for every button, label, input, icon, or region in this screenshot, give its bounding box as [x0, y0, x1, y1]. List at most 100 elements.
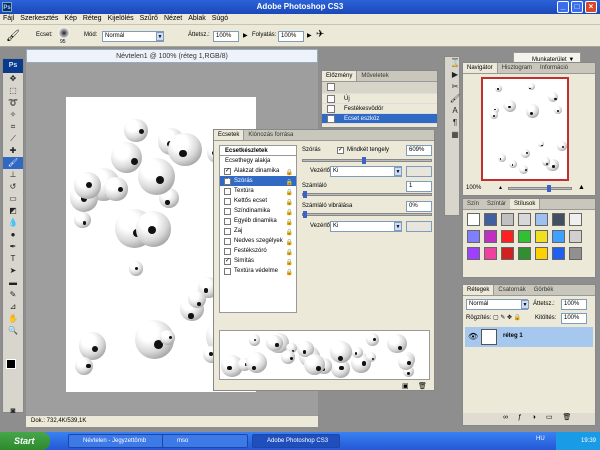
layer-opacity-field[interactable]: 100% [561, 299, 587, 310]
brush-tool-icon[interactable]: 🖌 [3, 157, 23, 169]
shape-tool-icon[interactable]: ▬ [3, 277, 23, 289]
style-swatch[interactable] [552, 230, 565, 243]
navigator-zoom-thumb[interactable] [547, 185, 551, 192]
lock-icons[interactable]: ▢ ✎ ✥ 🔒 [493, 314, 521, 321]
zoom-out-icon[interactable]: ▴ [499, 184, 502, 191]
menu-filter[interactable]: Szűrő [137, 14, 161, 23]
count-jitter-slider[interactable] [302, 211, 432, 218]
blend-mode-select[interactable]: Normál [466, 299, 528, 310]
quick-mask-icon[interactable]: ◙ [3, 405, 23, 417]
opacity-arrow-icon[interactable]: ▶ [243, 32, 248, 39]
tab-histogram[interactable]: Hisztogram [498, 63, 536, 73]
layer-name[interactable]: réteg 1 [503, 333, 523, 339]
tab-layers[interactable]: Rétegek [463, 285, 495, 295]
tab-swatches[interactable]: Színtár [483, 199, 510, 209]
blend-dropdown-icon[interactable]: ▼ [521, 300, 529, 309]
close-button[interactable]: × [585, 1, 597, 13]
brush-option-item[interactable]: ✓ 🔒 Szórás [220, 176, 296, 186]
brush-option-checkbox[interactable] [224, 238, 231, 245]
crop-tool-icon[interactable]: ⌗ [3, 121, 23, 133]
menu-window[interactable]: Ablak [185, 14, 209, 23]
tab-styles[interactable]: Stílusok [510, 199, 541, 209]
fill-field[interactable]: 100% [561, 313, 587, 324]
brush-option-checkbox[interactable] [224, 248, 231, 255]
tab-history[interactable]: Előzmény [322, 71, 358, 81]
style-swatch[interactable] [569, 230, 582, 243]
scatter-field[interactable]: 609% [406, 145, 432, 156]
zoom-tool-icon[interactable]: 🔍 [3, 325, 23, 337]
hand-tool-icon[interactable]: ✋ [3, 313, 23, 325]
brush-option-item[interactable]: ✓ 🔒 Simítás [220, 256, 296, 266]
brush-preset-picker[interactable] [58, 27, 70, 39]
tab-brushes[interactable]: Ecsetek [214, 130, 245, 140]
flow-arrow-icon[interactable]: ▶ [307, 32, 312, 39]
style-swatch[interactable] [535, 213, 548, 226]
slice-tool-icon[interactable]: ⟋ [3, 133, 23, 145]
menu-layer[interactable]: Réteg [80, 14, 105, 23]
flow-field[interactable]: 100% [278, 31, 304, 42]
brush-tool-icon[interactable]: 🖌 [6, 29, 20, 42]
minimize-button[interactable]: _ [557, 1, 569, 13]
menu-help[interactable]: Súgó [209, 14, 231, 23]
brush-option-checkbox[interactable] [224, 228, 231, 235]
style-swatch[interactable] [518, 247, 531, 260]
scatter-slider-thumb[interactable] [362, 157, 367, 164]
airbrush-icon[interactable]: ✈ [316, 29, 324, 40]
brush-option-item[interactable]: 🔒 Egyéb dinamika [220, 216, 296, 226]
taskbar-folder[interactable]: mso [162, 434, 248, 448]
control-dropdown-icon[interactable]: ▼ [394, 167, 402, 176]
trash-icon[interactable]: 🗑 [418, 382, 427, 390]
style-swatch[interactable] [518, 213, 531, 226]
scatter-slider[interactable] [302, 157, 432, 164]
style-swatch[interactable] [535, 230, 548, 243]
brush-option-checkbox[interactable] [224, 268, 231, 275]
brush-option-checkbox[interactable] [224, 188, 231, 195]
history-snapshot[interactable] [322, 82, 437, 94]
opacity-field[interactable]: 100% [213, 31, 239, 42]
tab-actions[interactable]: Műveletek [357, 71, 392, 81]
brush-option-checkbox[interactable]: ✓ [224, 258, 231, 265]
control2-dropdown-icon[interactable]: ▼ [394, 222, 402, 231]
brush-option-item[interactable]: 🔒 Textúra védelme [220, 266, 296, 276]
tab-clone-source[interactable]: Klónozás forrása [244, 130, 297, 140]
tab-channels[interactable]: Csatornák [494, 285, 529, 295]
navigator-zoom-slider[interactable] [508, 185, 572, 192]
history-item-active[interactable]: Ecset eszköz [322, 114, 437, 124]
brush-option-checkbox[interactable] [224, 198, 231, 205]
navigator-zoom[interactable]: 100% [466, 185, 481, 191]
style-swatch[interactable] [569, 213, 582, 226]
count-slider-thumb[interactable] [303, 191, 307, 198]
dodge-tool-icon[interactable]: ● [3, 229, 23, 241]
style-swatch[interactable] [535, 247, 548, 260]
count-field[interactable]: 1 [406, 181, 432, 192]
layer-row[interactable]: 👁 réteg 1 [465, 327, 593, 347]
history-item[interactable]: Új [322, 94, 437, 104]
lasso-tool-icon[interactable]: ➰ [3, 97, 23, 109]
brush-option-item[interactable]: 🔒 Színdinamika [220, 206, 296, 216]
zoom-in-icon[interactable]: ▲ [578, 184, 585, 191]
tab-navigator[interactable]: Navigátor [463, 63, 498, 73]
style-swatch[interactable] [484, 247, 497, 260]
brush-option-item[interactable]: 🔒 Zaj [220, 226, 296, 236]
brush-option-checkbox[interactable]: ✓ [224, 168, 231, 175]
style-swatch[interactable] [569, 247, 582, 260]
control-select[interactable]: Ki [330, 166, 402, 177]
menu-image[interactable]: Kép [61, 14, 79, 23]
brush-option-item[interactable]: Ecsethegy alakja [220, 156, 296, 166]
lock-icon[interactable]: 🔒 [286, 268, 293, 278]
style-swatch[interactable] [518, 230, 531, 243]
move-tool-icon[interactable]: ✥ [3, 73, 23, 85]
stamp-tool-icon[interactable]: ⊥ [3, 169, 23, 181]
mode-select[interactable]: Normál [102, 31, 164, 42]
maximize-button[interactable]: □ [571, 1, 583, 13]
eyedropper-icon[interactable]: ⊿ [3, 301, 23, 313]
brush-option-item[interactable]: 🔒 Kettős ecset [220, 196, 296, 206]
foreground-color-swatch[interactable] [6, 359, 16, 369]
style-swatch[interactable] [552, 247, 565, 260]
type-tool-icon[interactable]: T [3, 253, 23, 265]
notes-tool-icon[interactable]: ✎ [3, 289, 23, 301]
style-swatch[interactable] [501, 247, 514, 260]
tab-curves[interactable]: Görbék [530, 285, 558, 295]
history-item[interactable]: Festékesvödör [322, 104, 437, 114]
brush-option-checkbox[interactable] [224, 208, 231, 215]
